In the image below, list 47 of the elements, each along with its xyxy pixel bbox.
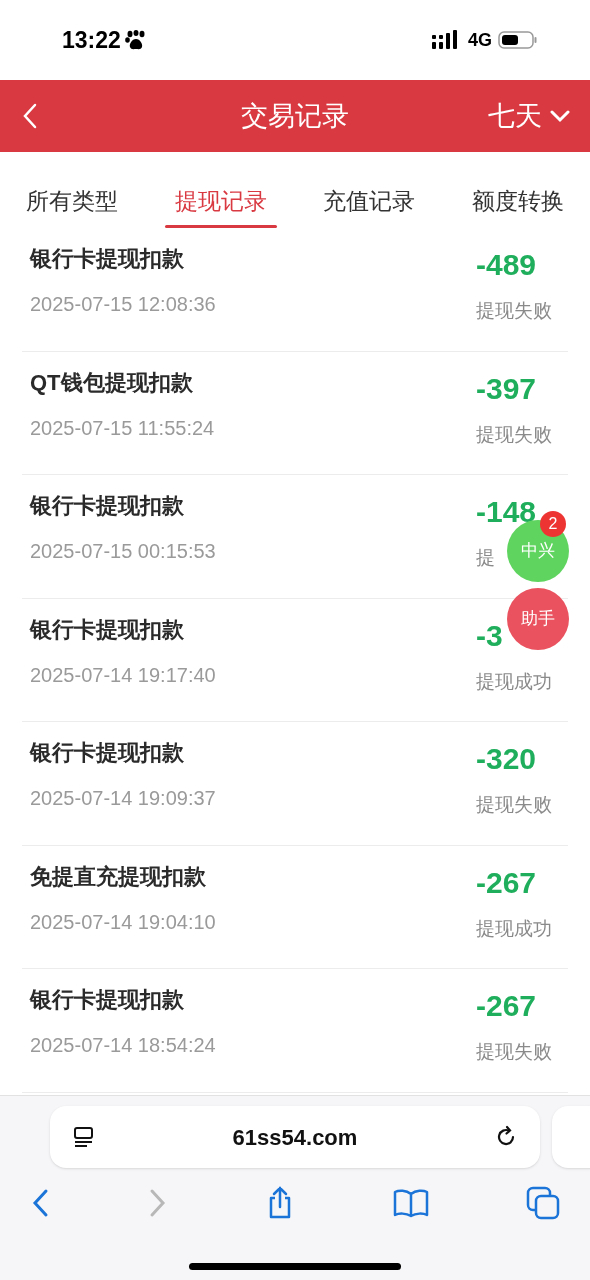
url-text: 61ss54.com <box>232 1123 358 1152</box>
tabs-icon[interactable] <box>526 1186 560 1220</box>
record-time: 2025-07-15 12:08:36 <box>30 292 216 317</box>
record-title: 银行卡提现扣款 <box>30 615 185 644</box>
tab[interactable]: 额度转换 <box>461 152 574 228</box>
notification-badge: 2 <box>540 511 566 537</box>
back-icon[interactable] <box>30 1188 50 1218</box>
record-status: 提现失败 <box>476 793 552 817</box>
record-time: 2025-07-14 18:54:24 <box>30 1033 216 1058</box>
record-status: 提现成功 <box>476 669 552 694</box>
tab[interactable]: 充值记录 <box>313 152 426 228</box>
record-title: QT钱包提现扣款 <box>30 368 194 397</box>
record-amount: -267 <box>476 864 537 901</box>
record-amount: -267 <box>476 988 537 1024</box>
record-status: 提现失败 <box>476 422 552 447</box>
tab[interactable]: 提现记录 <box>164 152 277 228</box>
chevron-down-icon <box>550 109 570 123</box>
record-time: 2025-07-14 19:17:40 <box>30 662 216 688</box>
record-time: 2025-07-15 11:55:24 <box>30 415 215 441</box>
range-dropdown[interactable]: 七天 <box>488 95 570 137</box>
page-title: 交易记录 <box>241 99 349 133</box>
record-title: 银行卡提现扣款 <box>30 245 185 273</box>
tab[interactable]: 所有类型 <box>16 152 128 228</box>
record-status: 提现成功 <box>476 916 552 941</box>
record-amount: -3 <box>476 617 503 654</box>
record-status: 提 <box>476 546 495 570</box>
record-amount: -397 <box>476 370 537 407</box>
book-icon[interactable] <box>392 1188 429 1218</box>
record-time: 2025-07-14 19:09:37 <box>30 786 216 811</box>
page-menu-icon[interactable] <box>72 1125 96 1149</box>
record-amount: -320 <box>476 741 537 777</box>
record-title: 免提直充提现扣款 <box>30 862 207 891</box>
record-title: 银行卡提现扣款 <box>30 492 185 520</box>
paw-icon <box>124 30 147 50</box>
record-status: 提现失败 <box>476 299 552 323</box>
record-time: 2025-07-14 19:04:10 <box>30 909 216 935</box>
address-bar[interactable]: 61ss54.com <box>50 1106 540 1168</box>
battery-icon <box>498 30 538 50</box>
back-icon[interactable] <box>22 103 38 129</box>
record-amount: -489 <box>476 247 537 283</box>
record-status: 提现失败 <box>476 1040 552 1064</box>
record-title: 银行卡提现扣款 <box>30 986 185 1014</box>
record-title: 银行卡提现扣款 <box>30 739 185 767</box>
network-label: 4G <box>468 28 492 52</box>
floating-button[interactable]: 助手 <box>507 588 569 650</box>
record-time: 2025-07-15 00:15:53 <box>30 539 216 564</box>
status-time: 13:22 <box>62 25 121 55</box>
